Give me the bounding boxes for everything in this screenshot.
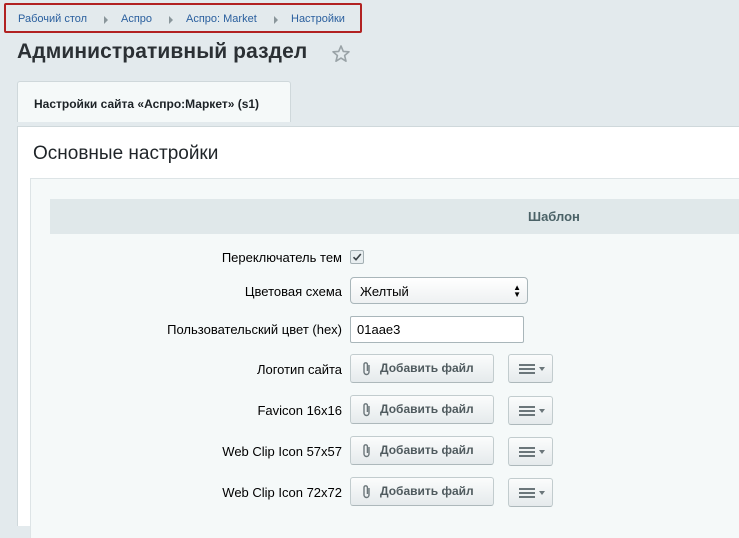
add-file-label: Добавить файл: [380, 361, 474, 375]
file-menu-button[interactable]: [508, 396, 553, 425]
add-file-label: Добавить файл: [380, 484, 474, 498]
page-title: Административный раздел: [17, 40, 308, 63]
chevron-down-icon: [539, 491, 545, 495]
breadcrumb-item-desktop[interactable]: Рабочий стол: [18, 13, 87, 25]
star-icon[interactable]: [331, 44, 351, 64]
theme-switch-label: Переключатель тем: [221, 250, 342, 265]
chevron-down-icon: [539, 450, 545, 454]
paperclip-icon: [363, 362, 370, 376]
custom-color-input[interactable]: [350, 316, 524, 343]
check-icon: [352, 253, 362, 261]
breadcrumb-item-aspro[interactable]: Аспро: [121, 13, 152, 25]
group-header: [50, 199, 739, 234]
add-file-label: Добавить файл: [380, 443, 474, 457]
add-file-button[interactable]: Добавить файл: [350, 477, 494, 506]
add-file-label: Добавить файл: [380, 402, 474, 416]
favicon-label: Favicon 16x16: [257, 403, 342, 418]
menu-icon: [519, 488, 535, 498]
group-label: Шаблон: [528, 209, 580, 224]
add-file-button[interactable]: Добавить файл: [350, 436, 494, 465]
file-menu-button[interactable]: [508, 437, 553, 466]
breadcrumb-separator-icon: [104, 16, 108, 24]
chevron-down-icon: [539, 367, 545, 371]
file-menu-button[interactable]: [508, 478, 553, 507]
custom-color-label: Пользовательский цвет (hex): [167, 322, 342, 337]
add-file-button[interactable]: Добавить файл: [350, 354, 494, 383]
select-arrows-icon: ▲ ▼: [513, 283, 521, 299]
webclip72-label: Web Clip Icon 72x72: [222, 485, 342, 500]
add-file-button[interactable]: Добавить файл: [350, 395, 494, 424]
color-scheme-value: Желтый: [360, 284, 409, 299]
tab-label: Настройки сайта «Аспро:Маркет» (s1): [34, 97, 260, 111]
file-menu-button[interactable]: [508, 354, 553, 383]
color-scheme-label: Цветовая схема: [244, 284, 342, 299]
paperclip-icon: [363, 444, 370, 458]
menu-icon: [519, 447, 535, 457]
menu-icon: [519, 364, 535, 374]
breadcrumb-separator-icon: [169, 16, 173, 24]
menu-icon: [519, 406, 535, 416]
breadcrumb-item-aspro-market[interactable]: Аспро: Market: [186, 13, 257, 25]
section-title: Основные настройки: [33, 143, 219, 164]
paperclip-icon: [363, 403, 370, 417]
logo-label: Логотип сайта: [256, 362, 342, 377]
theme-switch-checkbox[interactable]: [350, 250, 364, 264]
breadcrumb-item-settings[interactable]: Настройки: [291, 13, 345, 25]
webclip57-label: Web Clip Icon 57x57: [222, 444, 342, 459]
chevron-down-icon: [539, 409, 545, 413]
tab-site-settings[interactable]: Настройки сайта «Аспро:Маркет» (s1): [17, 81, 291, 122]
color-scheme-select[interactable]: Желтый ▲ ▼: [350, 277, 528, 304]
paperclip-icon: [363, 485, 370, 499]
breadcrumb: Рабочий стол Аспро Аспро: Market Настрой…: [4, 3, 362, 33]
breadcrumb-separator-icon: [274, 16, 278, 24]
